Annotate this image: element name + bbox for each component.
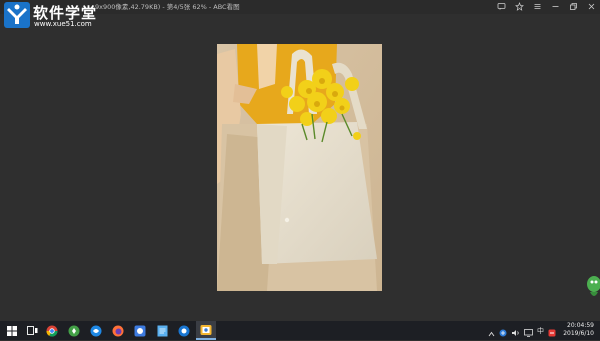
- system-clock[interactable]: 20:04:59 2019/6/10: [563, 322, 594, 338]
- task-view-icon[interactable]: [22, 321, 42, 340]
- displayed-photo[interactable]: [217, 44, 382, 291]
- network-icon[interactable]: [499, 322, 507, 341]
- image-viewer-canvas[interactable]: [0, 14, 600, 321]
- abc-viewer-icon[interactable]: [196, 321, 216, 340]
- app-doc-icon[interactable]: [152, 321, 172, 340]
- start-icon[interactable]: [2, 321, 22, 340]
- window-title: 9x900像素,42.79KB) - 第4/5张 62% - ABC看图: [95, 3, 240, 11]
- site-logo-icon: [4, 2, 30, 28]
- chevron-up-icon[interactable]: [488, 322, 495, 341]
- volume-icon[interactable]: [511, 322, 520, 341]
- app-globe-icon[interactable]: [174, 321, 194, 340]
- antivirus-icon[interactable]: [548, 322, 556, 341]
- app-green-icon[interactable]: [64, 321, 84, 340]
- minimize-icon[interactable]: [551, 2, 560, 11]
- system-tray: 中: [488, 325, 556, 337]
- clock-date: 2019/6/10: [563, 330, 594, 337]
- close-icon[interactable]: [587, 2, 596, 11]
- taskbar: 中 20:04:59 2019/6/10: [0, 321, 600, 340]
- app-blue-icon[interactable]: [86, 321, 106, 340]
- app-bluesquare-icon[interactable]: [130, 321, 150, 340]
- clock-time: 20:04:59: [567, 322, 594, 329]
- window-controls: [497, 2, 596, 11]
- watermark-url: www.xue51.com: [34, 20, 92, 28]
- display-icon[interactable]: [524, 322, 533, 341]
- ime-indicator[interactable]: 中: [537, 326, 544, 336]
- restore-icon[interactable]: [569, 2, 578, 11]
- menu-icon[interactable]: [533, 2, 542, 11]
- message-icon[interactable]: [497, 2, 506, 11]
- skin-icon[interactable]: [515, 2, 524, 11]
- firefox-icon[interactable]: [108, 321, 128, 340]
- floating-assistant-icon[interactable]: [584, 272, 600, 304]
- chrome-icon[interactable]: [42, 321, 62, 340]
